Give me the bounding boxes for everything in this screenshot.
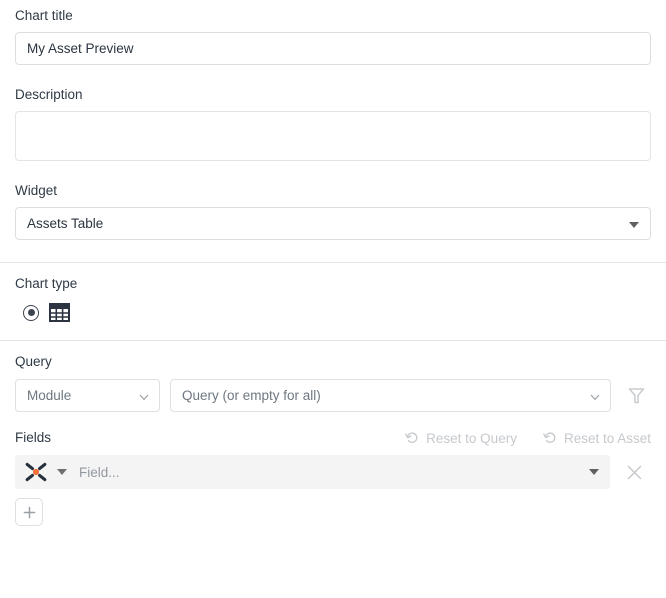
- field-selector[interactable]: Field...: [15, 455, 610, 489]
- query-section: Query Module Query (or empty for all): [0, 341, 666, 428]
- description-textarea[interactable]: [15, 111, 651, 161]
- plus-icon: [23, 506, 35, 518]
- widget-label: Widget: [15, 183, 58, 198]
- query-select[interactable]: Query (or empty for all): [170, 379, 611, 412]
- remove-field-button[interactable]: [617, 455, 651, 489]
- module-select-value: Module: [27, 388, 72, 403]
- chart-title-value: My Asset Preview: [27, 41, 134, 56]
- query-label: Query: [15, 354, 52, 369]
- chart-type-options: [15, 303, 651, 322]
- table-grid-icon[interactable]: [49, 303, 70, 322]
- chart-title-label: Chart title: [15, 8, 73, 23]
- widget-select[interactable]: Assets Table: [15, 207, 651, 240]
- query-controls-row: Module Query (or empty for all): [15, 379, 651, 412]
- undo-arrow-icon: [405, 432, 418, 443]
- chevron-down-icon: [590, 394, 600, 400]
- field-type-caret-icon[interactable]: [57, 469, 67, 475]
- widget-section: Widget Assets Table: [0, 161, 666, 262]
- add-field-button[interactable]: [15, 498, 43, 526]
- module-select[interactable]: Module: [15, 379, 160, 412]
- radio-dot: [27, 309, 35, 316]
- widget-selected-value: Assets Table: [27, 216, 104, 231]
- fields-label: Fields: [15, 430, 52, 445]
- chart-editor-panel: Chart title My Asset Preview Description…: [0, 0, 666, 526]
- field-dropdown-caret-icon[interactable]: [589, 469, 599, 475]
- add-field-row: [15, 489, 651, 526]
- description-label: Description: [15, 87, 83, 102]
- reset-to-asset-button[interactable]: Reset to Asset: [543, 431, 651, 446]
- caret-down-icon: [629, 221, 639, 228]
- chart-title-section: Chart title My Asset Preview: [0, 0, 666, 65]
- reset-to-query-label: Reset to Query: [426, 430, 517, 446]
- filter-button[interactable]: [621, 381, 651, 411]
- close-x-icon: [627, 465, 641, 479]
- field-row: Field...: [15, 455, 651, 489]
- chart-title-input[interactable]: My Asset Preview: [15, 32, 651, 65]
- description-section: Description: [0, 65, 666, 161]
- undo-arrow-icon: [543, 432, 556, 443]
- chart-type-label: Chart type: [15, 276, 78, 291]
- chart-type-section: Chart type: [0, 263, 666, 340]
- reset-to-asset-label: Reset to Asset: [563, 430, 651, 446]
- chevron-down-icon: [139, 394, 149, 400]
- fields-header: Fields Reset to Query Reset to Asset: [15, 430, 651, 446]
- query-select-value: Query (or empty for all): [182, 388, 321, 403]
- funnel-filter-icon: [628, 387, 644, 403]
- asset-cluster-icon[interactable]: [24, 461, 48, 483]
- chart-type-radio-table[interactable]: [23, 304, 39, 321]
- fields-section: Fields Reset to Query Reset to Asset Fie…: [0, 428, 666, 526]
- field-placeholder: Field...: [79, 464, 120, 480]
- reset-to-query-button[interactable]: Reset to Query: [405, 431, 517, 446]
